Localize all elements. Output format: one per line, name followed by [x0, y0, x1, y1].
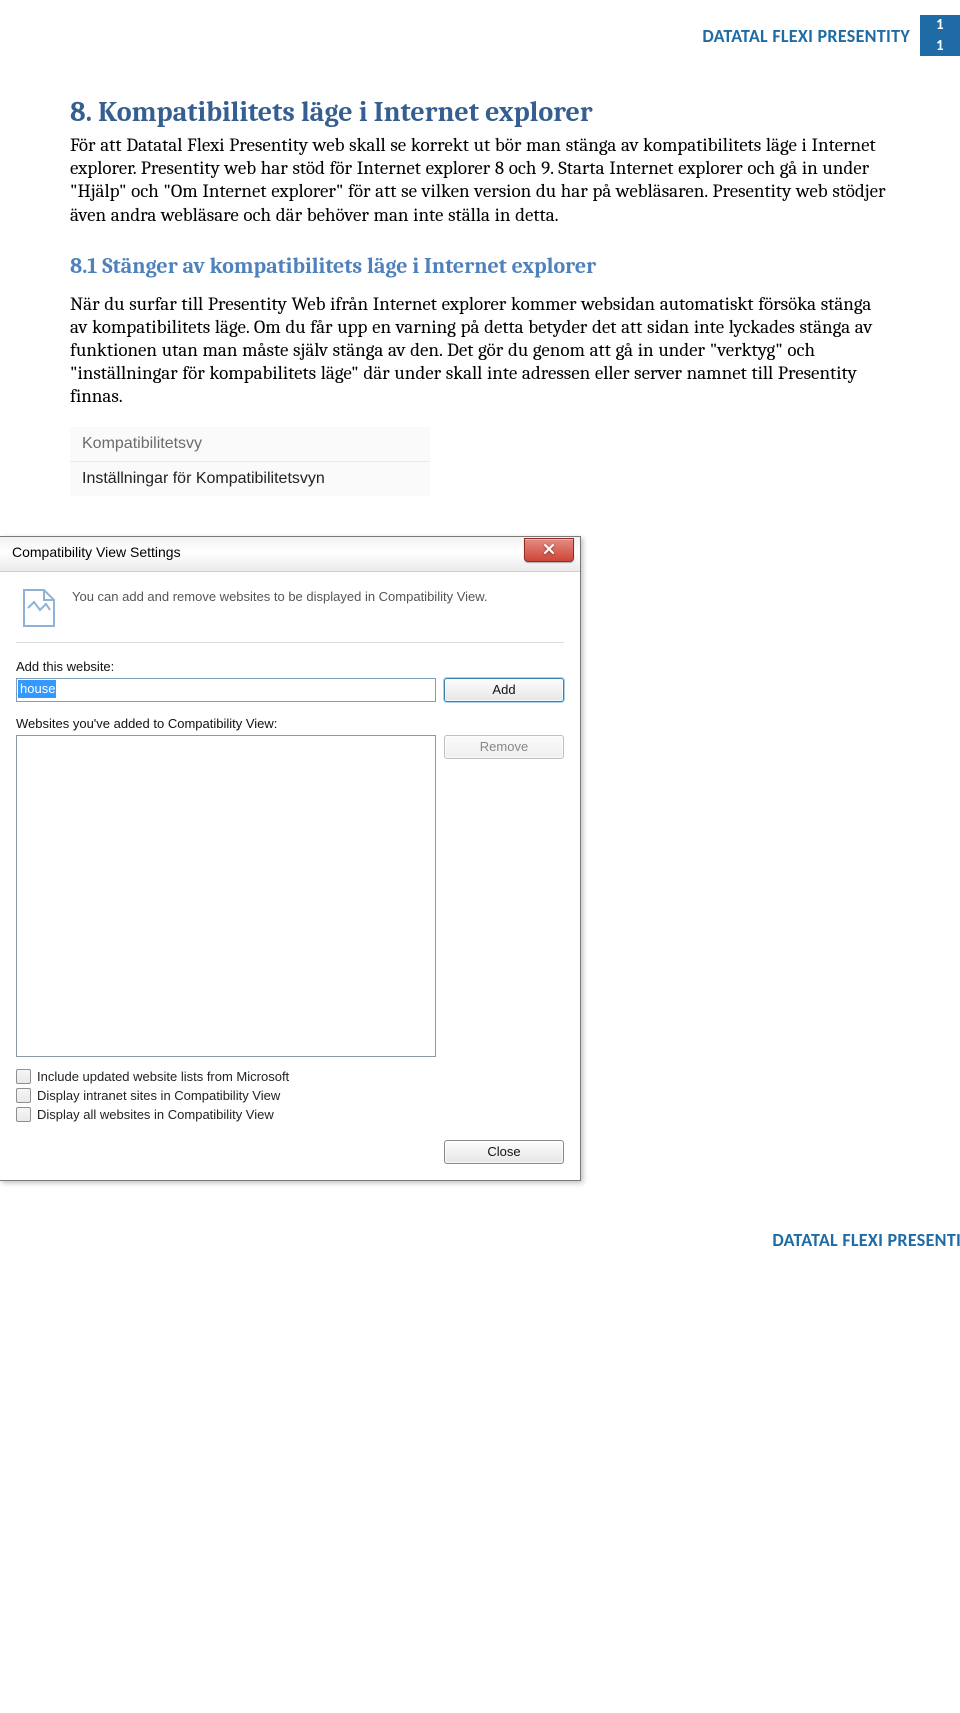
footer-title: DATATAL FLEXI PRESENTITY: [0, 1229, 960, 1251]
checkbox-icon: [16, 1069, 31, 1084]
document-icon: [16, 586, 60, 630]
websites-listbox[interactable]: [16, 735, 436, 1057]
checkbox-intranet-sites[interactable]: Display intranet sites in Compatibility …: [16, 1086, 564, 1105]
page-header: DATATAL FLEXI PRESENTITY 1 1: [0, 0, 960, 56]
checkbox-all-websites[interactable]: Display all websites in Compatibility Vi…: [16, 1105, 564, 1124]
close-icon: [543, 543, 555, 558]
add-button[interactable]: Add: [444, 678, 564, 702]
compat-menu-screenshot: Kompatibilitetsvy Inställningar för Komp…: [70, 427, 430, 496]
section-paragraph-1: För att Datatal Flexi Presentity web ska…: [70, 134, 890, 227]
close-button[interactable]: [524, 538, 574, 562]
section-heading-2: 8.1 Stänger av kompatibilitets läge i In…: [70, 253, 890, 279]
checkbox-icon: [16, 1088, 31, 1103]
header-pageno: 1 1: [920, 15, 960, 56]
checkbox-label: Display intranet sites in Compatibility …: [37, 1088, 280, 1103]
checkbox-label: Display all websites in Compatibility Vi…: [37, 1107, 274, 1122]
section-heading-1: 8. Kompatibilitets läge i Internet explo…: [70, 96, 890, 128]
remove-button[interactable]: Remove: [444, 735, 564, 759]
dialog-title: Compatibility View Settings: [12, 544, 181, 560]
page-footer: DATATAL FLEXI PRESENTITY 1 1: [0, 1220, 960, 1261]
section-paragraph-2: När du surfar till Presentity Web ifrån …: [70, 293, 890, 409]
add-website-input[interactable]: house: [16, 678, 436, 702]
checkbox-label: Include updated website lists from Micro…: [37, 1069, 289, 1084]
close-dialog-button[interactable]: Close: [444, 1140, 564, 1164]
checkbox-icon: [16, 1107, 31, 1122]
header-title: DATATAL FLEXI PRESENTITY: [0, 25, 920, 47]
compat-settings-dialog: Compatibility View Settings You can add …: [0, 536, 581, 1181]
add-website-label: Add this website:: [16, 655, 564, 678]
websites-list-label: Websites you've added to Compatibility V…: [16, 712, 564, 735]
add-website-input-value: house: [18, 680, 56, 698]
checkbox-include-updated[interactable]: Include updated website lists from Micro…: [16, 1067, 564, 1086]
dialog-info-text: You can add and remove websites to be di…: [72, 586, 488, 630]
menu-item-compat-settings: Inställningar för Kompatibilitetsvyn: [70, 461, 430, 496]
menu-item-compat-view: Kompatibilitetsvy: [70, 427, 430, 461]
dialog-titlebar[interactable]: Compatibility View Settings: [0, 537, 580, 572]
